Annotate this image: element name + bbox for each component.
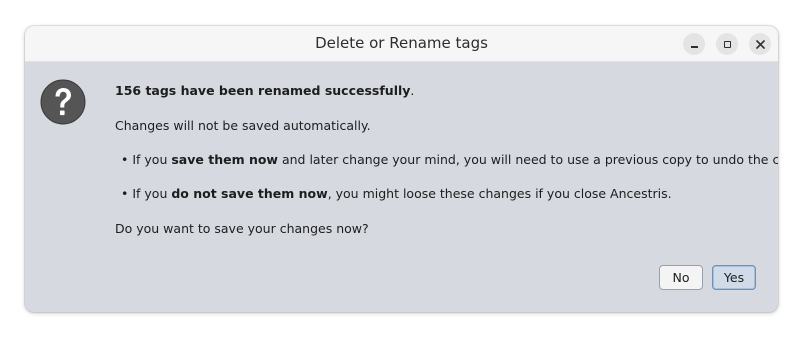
dialog-title: Delete or Rename tags [315, 34, 488, 52]
bullet-not-save-bold: do not save them now [171, 186, 328, 201]
question-icon [40, 79, 86, 125]
maximize-button[interactable] [716, 33, 738, 55]
success-message-bold: 156 tags have been renamed successfully [115, 83, 411, 98]
minimize-icon [690, 46, 698, 48]
minimize-button[interactable] [683, 33, 705, 55]
autosave-notice: Changes will not be saved automatically. [115, 118, 371, 133]
dialog-window: Delete or Rename tags 156 tags have been… [25, 26, 778, 312]
bullet-not-save: • If you do not save them now, you might… [121, 186, 672, 201]
bullet-save-now-prefix: • If you [121, 152, 172, 167]
success-message-end: . [410, 83, 415, 98]
no-button[interactable]: No [659, 265, 703, 290]
close-icon [755, 39, 765, 49]
maximize-icon [723, 40, 731, 48]
bullet-save-now-rest: and later change your mind, you will nee… [277, 152, 778, 167]
bullet-save-now-bold: save them now [171, 152, 278, 167]
success-message: 156 tags have been renamed successfully. [115, 83, 414, 98]
bullet-not-save-rest: , you might loose these changes if you c… [327, 186, 672, 201]
close-button[interactable] [749, 33, 771, 55]
bullet-save-now: • If you save them now and later change … [121, 152, 778, 167]
bullet-not-save-prefix: • If you [121, 186, 172, 201]
save-question: Do you want to save your changes now? [115, 221, 369, 236]
title-bar[interactable]: Delete or Rename tags [25, 26, 778, 62]
yes-button[interactable]: Yes [712, 265, 756, 290]
